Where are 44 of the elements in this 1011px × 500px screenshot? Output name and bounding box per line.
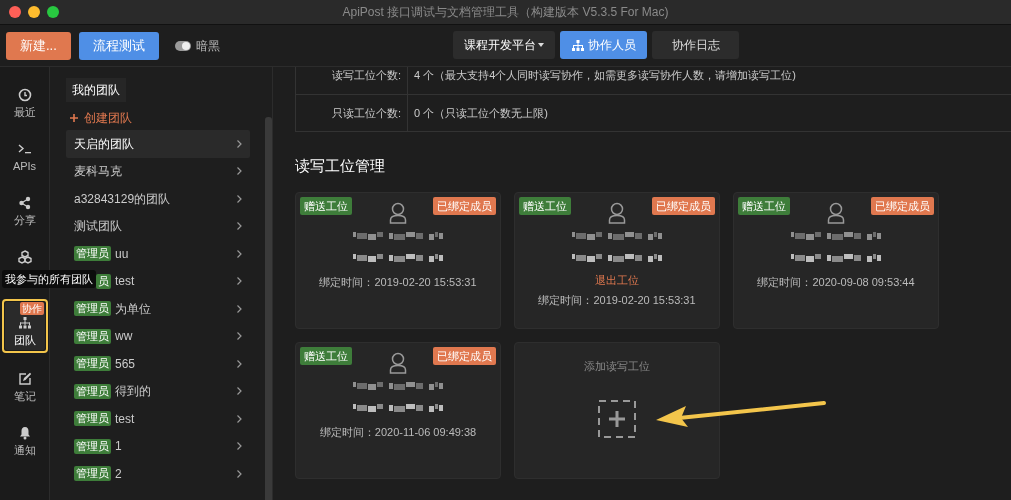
team-name: 麦科马克: [74, 163, 123, 181]
team-name: 得到的: [115, 383, 152, 401]
role-badge: 管理员: [74, 246, 111, 262]
bound-time: 绑定时间：2019-02-20 15:53:31: [319, 274, 477, 290]
seat-tag: 赠送工位: [738, 196, 790, 215]
table-cell-text: 4 个（最大支持4个人同时读写协作，如需更多读写协作人数，请增加读写工位): [413, 68, 796, 84]
role-badge: 管理员: [74, 356, 111, 372]
role-badge: 管理员: [74, 301, 111, 317]
tooltip: 我参与的所有团队: [2, 270, 96, 288]
team-name: 565: [115, 355, 137, 373]
team-name: 天启的团队: [74, 135, 135, 153]
window-title: ApiPost 接口调试与文档管理工具（构建版本 V5.3.5 For Mac): [342, 4, 669, 21]
team-name: 2: [115, 465, 123, 483]
seat-tag: 赠送工位: [300, 196, 352, 215]
bound-time: 绑定时间：2020-09-08 09:53:44: [757, 274, 915, 290]
role-badge: 管理员: [74, 328, 111, 344]
table-cell-text: 0 个（只读工位个数无上限): [413, 105, 548, 121]
role-badge: 管理员: [74, 438, 111, 454]
role-badge: 员: [96, 273, 111, 289]
toggle-label: 暗黑: [195, 37, 220, 55]
seat-tag: 赠送工位: [300, 346, 352, 365]
status-badge: 已绑定成员: [433, 196, 496, 215]
team-name: 为单位: [115, 300, 152, 318]
status-badge: 已绑定成员: [652, 196, 715, 215]
table-cell: 读写工位个数:: [296, 67, 408, 94]
team-name: test: [115, 273, 136, 291]
team-name: 1: [115, 438, 123, 456]
team-name: a32843129的团队: [74, 190, 172, 208]
status-badge: 已绑定成员: [433, 346, 496, 365]
table-cell: 只读工位个数:: [296, 95, 408, 131]
team-name: ww: [115, 328, 134, 346]
team-name: 测试团队: [74, 218, 123, 236]
section-title: 读写工位管理: [295, 156, 386, 176]
bound-time: 绑定时间：2020-11-06 09:49:38: [319, 424, 477, 440]
role-badge: 管理员: [74, 466, 111, 482]
seat-tag: 赠送工位: [519, 196, 571, 215]
role-badge: 管理员: [74, 411, 111, 427]
team-name: test: [115, 410, 136, 428]
status-badge: 已绑定成员: [871, 196, 934, 215]
bound-time: 绑定时间：2019-02-20 15:53:31: [538, 293, 696, 308]
role-badge: 管理员: [74, 383, 111, 399]
team-name: uu: [115, 245, 130, 263]
add-seat-label: 添加读写工位: [584, 358, 650, 374]
badge: 协作: [19, 302, 44, 315]
